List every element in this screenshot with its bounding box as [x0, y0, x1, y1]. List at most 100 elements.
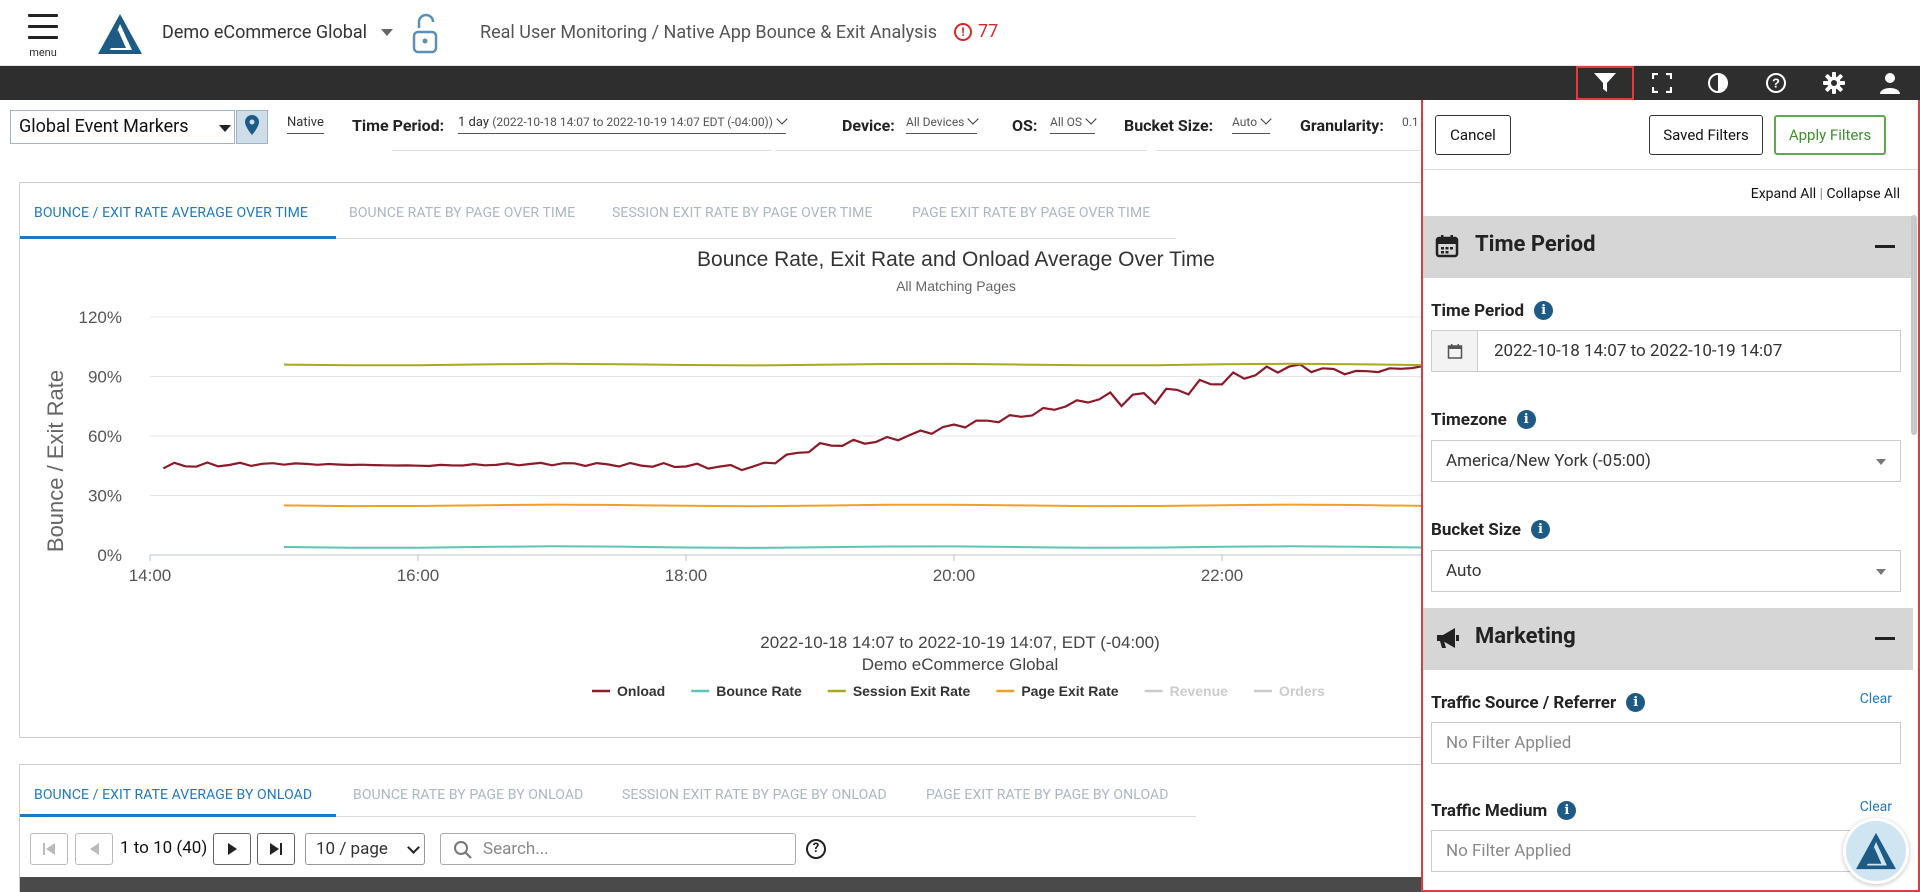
help-icon[interactable]: ?	[1748, 66, 1804, 100]
y-tick-label: 0%	[97, 546, 122, 565]
breadcrumb: Real User Monitoring / Native App Bounce…	[480, 22, 938, 43]
x-tick-label: 16:00	[397, 566, 440, 585]
top-header: menu Demo eCommerce Global Real User Mon…	[0, 0, 1920, 66]
legend-item[interactable]: Onload	[617, 683, 665, 699]
expand-all-link[interactable]: Expand All	[1751, 186, 1816, 202]
time-period-value: 2022-10-18 14:07 to 2022-10-19 14:07	[1494, 341, 1783, 361]
alert-counter[interactable]: ! 77	[954, 21, 998, 42]
expand-collapse-links: Expand All | Collapse All	[1751, 186, 1900, 202]
search-placeholder: Search...	[483, 839, 549, 859]
table-card: BOUNCE / EXIT RATE AVERAGE BY ONLOAD BOU…	[19, 764, 1450, 892]
info-icon[interactable]: i	[1534, 301, 1554, 320]
page-size-select[interactable]: 10 / page	[305, 833, 425, 865]
section-time-period[interactable]: Time Period	[1423, 216, 1913, 278]
section-marketing[interactable]: Marketing	[1423, 608, 1913, 670]
filter-icon[interactable]	[1576, 66, 1634, 100]
gear-icon[interactable]	[1806, 66, 1862, 100]
bucket-size-select[interactable]: Auto	[1431, 550, 1901, 592]
device-value: All Devices	[906, 115, 965, 129]
os-select[interactable]: All OS	[1050, 113, 1097, 134]
apply-filters-button[interactable]: Apply Filters	[1774, 115, 1886, 155]
calendar-icon	[1432, 331, 1478, 371]
x-tick-label: 22:00	[1201, 566, 1244, 585]
os-label: OS:	[1012, 116, 1038, 135]
tab-page-exit-rate-by-page-by-onload[interactable]: PAGE EXIT RATE BY PAGE BY ONLOAD	[926, 787, 1169, 803]
info-icon[interactable]: i	[1516, 410, 1536, 429]
panel-scrollbar[interactable]	[1911, 215, 1917, 435]
info-icon[interactable]: i	[1530, 520, 1550, 539]
megaphone-icon	[1437, 628, 1459, 648]
next-page-button[interactable]	[213, 833, 251, 865]
search-input[interactable]: Search...	[440, 833, 796, 865]
tab-bounce-rate-by-page-by-onload[interactable]: BOUNCE RATE BY PAGE BY ONLOAD	[353, 787, 583, 803]
tab-bounce-rate-by-page-over-time[interactable]: BOUNCE RATE BY PAGE OVER TIME	[349, 205, 575, 221]
tab-session-exit-rate-by-page-over-time[interactable]: SESSION EXIT RATE BY PAGE OVER TIME	[612, 205, 873, 221]
time-period-range: (2022-10-18 14:07 to 2022-10-19 14:07 ED…	[492, 115, 773, 129]
alert-icon: !	[954, 23, 972, 41]
app-switcher-caret-icon[interactable]	[381, 29, 393, 36]
granularity-value: 0.1	[1402, 115, 1419, 129]
clear-traffic-medium-link[interactable]: Clear	[1860, 799, 1892, 815]
fullscreen-icon[interactable]	[1634, 66, 1690, 100]
tab-page-exit-rate-by-page-over-time[interactable]: PAGE EXIT RATE BY PAGE OVER TIME	[912, 205, 1150, 221]
x-tick-label: 18:00	[665, 566, 708, 585]
chevron-down-icon	[967, 113, 980, 125]
timezone-select[interactable]: America/New York (-05:00)	[1431, 440, 1901, 482]
granularity-select[interactable]: 0.1	[1402, 115, 1420, 133]
info-icon[interactable]: i	[1626, 693, 1646, 712]
menu-bar-icon	[28, 25, 58, 28]
legend-item[interactable]: Bounce Rate	[716, 683, 802, 699]
saved-filters-button[interactable]: Saved Filters	[1649, 115, 1763, 155]
hamburger-menu-button[interactable]: menu	[26, 14, 60, 59]
user-icon[interactable]	[1862, 66, 1918, 100]
chevron-down-icon	[407, 841, 420, 854]
cancel-button[interactable]: Cancel	[1435, 115, 1511, 155]
collapse-all-link[interactable]: Collapse All	[1827, 186, 1900, 202]
chevron-down-icon	[1876, 459, 1886, 465]
tab-bounce-exit-average-over-time[interactable]: BOUNCE / EXIT RATE AVERAGE OVER TIME	[34, 205, 308, 221]
bucket-size-value: Auto	[1232, 115, 1258, 129]
tab-session-exit-rate-by-page-by-onload[interactable]: SESSION EXIT RATE BY PAGE BY ONLOAD	[622, 787, 887, 803]
chat-assistant-button[interactable]	[1843, 818, 1909, 884]
contrast-icon[interactable]	[1690, 66, 1746, 100]
bucket-size-label: Bucket Size:	[1124, 116, 1214, 135]
traffic-medium-field[interactable]: No Filter Applied	[1431, 830, 1901, 872]
collapse-section-icon[interactable]	[1875, 245, 1895, 248]
field-label-time-period: Time Period i	[1431, 301, 1554, 321]
unlocked-icon[interactable]	[410, 12, 442, 56]
filter-panel-actions: Cancel Saved Filters Apply Filters	[1423, 100, 1918, 170]
map-pin-button[interactable]	[236, 110, 268, 144]
previous-page-button[interactable]	[75, 833, 113, 865]
tab-bounce-exit-average-by-onload[interactable]: BOUNCE / EXIT RATE AVERAGE BY ONLOAD	[34, 787, 312, 803]
legend-item[interactable]: Revenue	[1170, 683, 1229, 699]
timezone-value: America/New York (-05:00)	[1446, 451, 1651, 471]
app-name[interactable]: Demo eCommerce Global	[162, 22, 367, 43]
device-select[interactable]: All Devices	[906, 113, 980, 134]
field-label-text: Traffic Source / Referrer	[1431, 693, 1617, 713]
os-value: All OS	[1050, 115, 1083, 129]
first-page-button[interactable]	[30, 833, 68, 865]
legend-item[interactable]: Session Exit Rate	[853, 683, 971, 699]
y-tick-label: 120%	[79, 308, 122, 327]
help-icon[interactable]: ?	[806, 839, 826, 859]
collapse-section-icon[interactable]	[1875, 637, 1895, 640]
bucket-size-select[interactable]: Auto	[1232, 113, 1272, 134]
chart-card: BOUNCE / EXIT RATE AVERAGE OVER TIME BOU…	[19, 182, 1449, 738]
app-mode-select[interactable]: Native	[287, 115, 324, 134]
legend-item[interactable]: Page Exit Rate	[1021, 683, 1118, 699]
legend-item[interactable]: Orders	[1279, 683, 1325, 699]
event-markers-select[interactable]: Global Event Markers	[10, 110, 235, 144]
chevron-down-icon	[776, 113, 788, 125]
info-icon[interactable]: i	[1557, 801, 1577, 820]
active-tab-indicator	[20, 814, 336, 817]
clear-traffic-source-link[interactable]: Clear	[1860, 691, 1892, 707]
time-period-field[interactable]: 2022-10-18 14:07 to 2022-10-19 14:07	[1431, 330, 1901, 372]
y-tick-label: 60%	[88, 427, 122, 446]
last-page-button[interactable]	[257, 833, 295, 865]
series-line-onload	[162, 363, 1424, 472]
chevron-down-icon	[1260, 113, 1272, 125]
company-logo[interactable]	[96, 12, 144, 56]
traffic-source-field[interactable]: No Filter Applied	[1431, 722, 1901, 764]
divider	[775, 150, 1147, 151]
time-period-select[interactable]: 1 day (2022-10-18 14:07 to 2022-10-19 14…	[458, 113, 788, 134]
